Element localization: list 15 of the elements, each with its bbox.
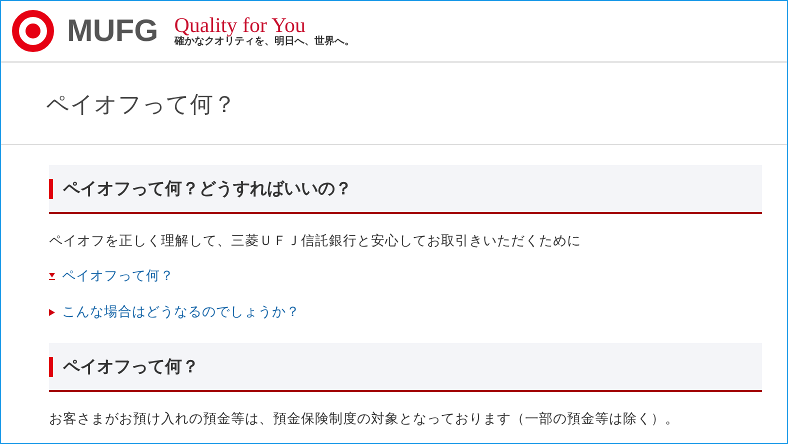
slogan: Quality for You [174, 14, 307, 36]
section-heading: ペイオフって何？ [63, 356, 199, 378]
down-arrow-icon [49, 272, 55, 280]
logo-text: MUFG [67, 13, 158, 49]
section-heading: ペイオフって何？どうすればいいの？ [63, 178, 352, 200]
body-text: ペイオフを正しく理解して、三菱ＵＦＪ信託銀行と安心してお取引きいただくために [49, 232, 582, 250]
accent-bar [49, 179, 53, 199]
tagline: 確かなクオリティを、明日へ、世界へ。 [174, 36, 354, 48]
logo-icon [11, 9, 55, 53]
accent-bar [49, 357, 53, 377]
right-arrow-icon [49, 308, 55, 316]
body-text: お客さまがお預け入れの預金等は、預金保険制度の対象となっております（一部の預金等は除く）。 [49, 410, 680, 428]
link[interactable]: ペイオフって何？ [62, 267, 174, 285]
page-title: ペイオフって何？ [46, 91, 237, 120]
link[interactable]: こんな場合はどうなるのでしょうか？ [62, 303, 300, 321]
